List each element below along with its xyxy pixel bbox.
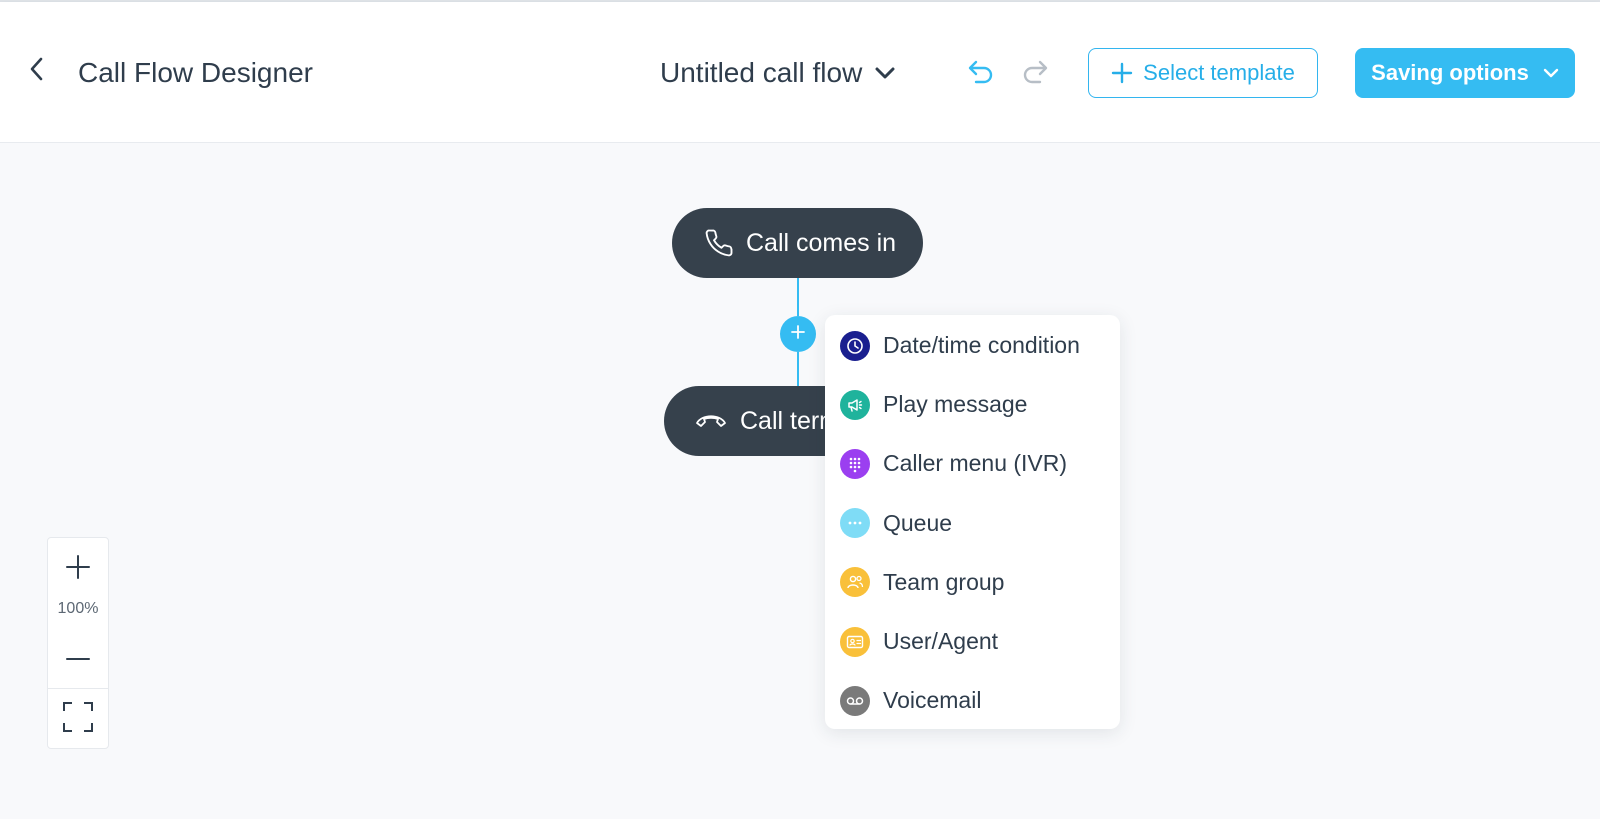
menu-item-play-message[interactable]: Play message [825, 375, 1120, 434]
plus-icon [790, 324, 806, 345]
saving-options-button[interactable]: Saving options [1355, 48, 1575, 98]
menu-item-label: User/Agent [883, 628, 999, 655]
chevron-down-icon [874, 66, 896, 80]
divider [48, 688, 108, 689]
select-template-label: Select template [1143, 60, 1295, 85]
menu-item-caller-menu-ivr[interactable]: Caller menu (IVR) [825, 434, 1120, 493]
menu-item-label: Team group [883, 568, 1005, 595]
group-icon [840, 567, 870, 598]
menu-item-label: Caller menu (IVR) [883, 450, 1068, 477]
zoom-controls: 100% [47, 537, 109, 749]
hang-up-icon [694, 411, 728, 431]
add-step-menu: Date/time condition Play message Caller … [825, 315, 1120, 729]
menu-item-label: Queue [883, 509, 953, 536]
zoom-in-button[interactable] [48, 548, 108, 590]
add-step-button[interactable] [780, 316, 816, 352]
fit-to-screen-button[interactable] [48, 694, 108, 744]
redo-button[interactable] [1018, 56, 1052, 90]
header-bar: Call Flow Designer Untitled call flow Se… [0, 2, 1600, 143]
chevron-down-icon [1543, 68, 1559, 78]
menu-item-label: Voicemail [883, 687, 982, 714]
select-template-button[interactable]: Select template [1088, 48, 1318, 98]
menu-item-date-time-condition[interactable]: Date/time condition [825, 316, 1120, 375]
id-card-icon [840, 626, 870, 657]
undo-button[interactable] [964, 56, 998, 90]
menu-item-team-group[interactable]: Team group [825, 553, 1120, 612]
phone-icon [704, 228, 734, 258]
start-node-label: Call comes in [746, 228, 897, 257]
flow-name-label: Untitled call flow [660, 57, 863, 88]
keypad-icon [840, 448, 870, 479]
flow-canvas[interactable]: Call comes in Call terminated Date/time … [0, 143, 1600, 819]
dots-icon [840, 508, 870, 539]
plus-icon [65, 554, 91, 585]
connector-line [797, 352, 799, 386]
menu-item-user-agent[interactable]: User/Agent [825, 612, 1120, 671]
back-button[interactable] [20, 54, 54, 88]
page-title: Call Flow Designer [78, 57, 313, 88]
zoom-out-button[interactable] [48, 636, 108, 678]
connector-line [797, 278, 799, 316]
flow-name-dropdown[interactable]: Untitled call flow [660, 55, 896, 91]
menu-item-voicemail[interactable]: Voicemail [825, 671, 1120, 730]
minus-icon [65, 648, 91, 666]
clock-icon [840, 330, 870, 361]
fit-screen-icon [62, 701, 94, 738]
call-flow-designer-app: Call Flow Designer Untitled call flow Se… [0, 0, 1600, 819]
menu-item-label: Play message [883, 391, 1028, 418]
menu-item-label: Date/time condition [883, 332, 1080, 359]
redo-icon [1021, 58, 1049, 89]
zoom-level-label: 100% [57, 600, 99, 617]
voicemail-icon [840, 685, 870, 716]
start-node[interactable]: Call comes in [672, 208, 923, 278]
saving-options-label: Saving options [1371, 60, 1529, 85]
undo-icon [967, 58, 995, 89]
menu-item-queue[interactable]: Queue [825, 494, 1120, 553]
chevron-left-icon [29, 56, 45, 87]
megaphone-icon [840, 389, 870, 420]
plus-icon [1111, 62, 1133, 84]
